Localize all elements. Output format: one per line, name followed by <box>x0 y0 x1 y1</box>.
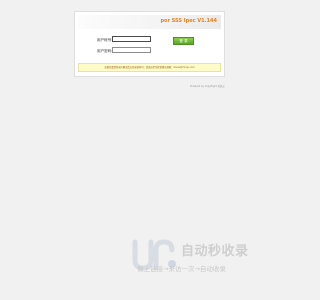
account-input[interactable] <box>112 36 151 42</box>
password-label: 用户密码: <box>97 49 113 53</box>
panel-header: por SSS Ipec V1.144 <box>78 15 221 29</box>
login-panel: por SSS Ipec V1.144 用户帐号: 用户密码: 登 录 如果您遇… <box>74 11 225 77</box>
brand-title: por SSS Ipec V1.144 <box>160 18 217 24</box>
password-input[interactable] <box>112 47 151 53</box>
watermark-subtitle: 做上链接→来访一次→自动收录 <box>137 265 226 273</box>
help-notice: 如果您遇到登录问题或遗忘登录密码时，请发送至系统管理员邮箱：ilovse@mnq… <box>78 63 221 72</box>
watermark: 自动秒收录 做上链接→来访一次→自动收录 <box>131 238 283 274</box>
account-label: 用户帐号: <box>97 38 113 42</box>
watermark-title: 自动秒收录 <box>181 244 249 259</box>
powered-by-text: Powered by CopyEight 系统之 <box>190 85 225 88</box>
login-button[interactable]: 登 录 <box>173 37 194 45</box>
